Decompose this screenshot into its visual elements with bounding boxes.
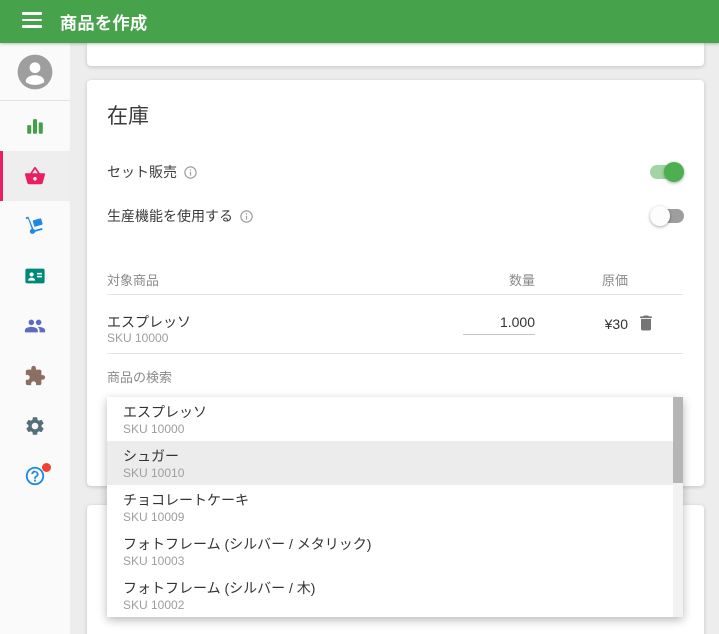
- people-icon: [24, 319, 46, 333]
- bar-chart-icon: [27, 119, 43, 134]
- dropdown-item[interactable]: エスプレッソ SKU 10000: [107, 397, 683, 441]
- dropdown-item-name: エスプレッソ: [123, 404, 207, 420]
- info-icon[interactable]: [183, 165, 198, 180]
- dropdown-item-name: フォトフレーム (シルバー / メタリック): [123, 536, 372, 552]
- dropdown-item[interactable]: フォトフレーム (シルバー / メタリック) SKU 10003: [107, 529, 683, 573]
- dropdown-item-name: シュガー: [123, 448, 179, 464]
- set-sales-row: セット販売: [107, 160, 684, 184]
- delete-row-button[interactable]: [635, 313, 657, 335]
- basket-icon: [24, 166, 46, 185]
- dropdown-item[interactable]: フォトフレーム (シルバー / 木) SKU 10002: [107, 573, 683, 617]
- avatar-icon: [17, 54, 53, 89]
- sidebar: [0, 43, 70, 634]
- components-table-header: 対象商品 数量 原価: [107, 270, 684, 288]
- info-icon[interactable]: [239, 209, 254, 224]
- sidebar-item-customers[interactable]: [0, 251, 70, 301]
- dropdown-scrollbar: [673, 397, 683, 617]
- column-quantity: 数量: [508, 273, 535, 288]
- notification-badge: [42, 463, 51, 472]
- puzzle-icon: [25, 365, 46, 386]
- menu-icon[interactable]: [22, 12, 42, 30]
- sidebar-item-staff[interactable]: [0, 301, 70, 351]
- product-search-dropdown: エスプレッソ SKU 10000 シュガー SKU 10010 チョコレートケー…: [107, 397, 683, 617]
- sidebar-item-settings[interactable]: [0, 401, 70, 451]
- production-label: 生産機能を使用する: [107, 208, 233, 224]
- scrollbar-thumb[interactable]: [673, 397, 683, 483]
- sidebar-item-products[interactable]: [0, 151, 70, 201]
- app-header: 商品を作成: [0, 0, 719, 43]
- production-row: 生産機能を使用する: [107, 204, 684, 228]
- app-window: 商品を作成 在庫 セット販売 生産機能を使用する 対象商品 数量 原価 エスプレ…: [0, 0, 719, 634]
- sidebar-item-apps[interactable]: [0, 351, 70, 401]
- contact-card-icon: [25, 268, 45, 284]
- set-sales-label: セット販売: [107, 164, 177, 180]
- previous-section-card: [87, 43, 704, 66]
- trash-icon: [640, 315, 652, 331]
- gear-icon: [26, 417, 44, 435]
- sidebar-item-help[interactable]: [0, 451, 70, 501]
- hand-truck-icon: [25, 216, 43, 234]
- dropdown-item-name: チョコレートケーキ: [123, 492, 249, 508]
- divider: [107, 353, 683, 354]
- dropdown-item-sku: SKU 10010: [123, 466, 185, 480]
- dropdown-item-sku: SKU 10000: [123, 422, 185, 436]
- dropdown-item-sku: SKU 10009: [123, 510, 185, 524]
- sidebar-item-stock[interactable]: [0, 201, 70, 251]
- table-row: エスプレッソ SKU 10000 ¥30: [107, 308, 684, 353]
- column-cost: 原価: [601, 273, 628, 288]
- component-name: エスプレッソ: [107, 314, 191, 330]
- set-sales-toggle[interactable]: [650, 162, 684, 182]
- inventory-section-title: 在庫: [107, 105, 149, 128]
- component-cost: ¥30: [604, 316, 628, 332]
- main-content: 在庫 セット販売 生産機能を使用する 対象商品 数量 原価 エスプレッソ SKU…: [70, 43, 719, 634]
- dropdown-item-sku: SKU 10002: [123, 598, 185, 612]
- production-toggle[interactable]: [650, 206, 684, 226]
- quantity-input[interactable]: [463, 314, 535, 335]
- dropdown-item[interactable]: シュガー SKU 10010: [107, 441, 683, 485]
- dropdown-item-sku: SKU 10003: [123, 554, 185, 568]
- page-title: 商品を作成: [60, 14, 148, 33]
- column-product: 対象商品: [107, 273, 160, 288]
- dropdown-item[interactable]: チョコレートケーキ SKU 10009: [107, 485, 683, 529]
- sidebar-nav: [0, 101, 70, 501]
- sidebar-item-profile[interactable]: [0, 43, 70, 100]
- sidebar-item-reports[interactable]: [0, 101, 70, 151]
- component-sku: SKU 10000: [107, 331, 169, 345]
- dropdown-item-name: フォトフレーム (シルバー / 木): [123, 580, 316, 596]
- product-search-label: 商品の検索: [107, 370, 173, 385]
- divider: [107, 294, 683, 295]
